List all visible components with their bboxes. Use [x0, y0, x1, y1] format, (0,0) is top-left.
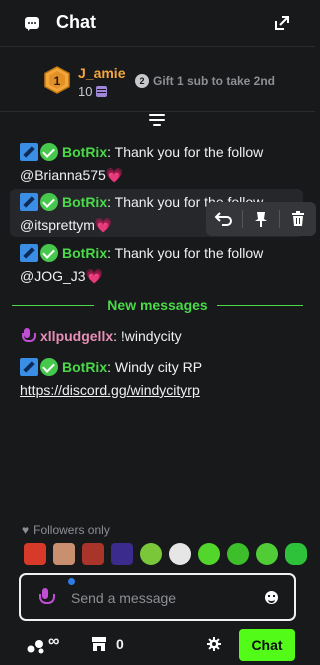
message-input-box[interactable] [19, 573, 296, 621]
chat-panel: Chat 1 J_amie 10 2 Gift 1 sub to take 2n… [0, 0, 316, 665]
dance-figure-emote-icon[interactable] [111, 543, 133, 565]
verified-badge-icon [40, 358, 58, 376]
microphone-badge-icon [20, 327, 36, 345]
green-blob-emote-icon[interactable] [285, 543, 307, 565]
message-username[interactable]: BotRix [62, 194, 107, 210]
take-second-text: Gift 1 sub to take 2nd [153, 74, 276, 88]
message-username[interactable]: BotRix [62, 245, 107, 261]
bot-badge-icon [20, 358, 38, 376]
message-colon: : [107, 359, 112, 375]
message-text: !windycity [120, 328, 182, 344]
rank-2-badge: 2 [135, 74, 149, 88]
followers-only-label: Followers only [33, 523, 110, 537]
chat-title: Chat [56, 12, 96, 32]
pin-button[interactable] [243, 202, 279, 236]
message-text: Windy city RP [114, 359, 203, 375]
status-dot [68, 578, 75, 585]
message-mention[interactable]: @Brianna575 [20, 167, 106, 183]
microphone-icon[interactable] [39, 588, 55, 606]
gift-icon [96, 86, 107, 97]
chat-bubble-icon [25, 17, 39, 31]
gear-icon[interactable] [207, 637, 221, 651]
message-colon: : [113, 328, 118, 344]
message-mention[interactable]: @JOG_J3 [20, 268, 86, 284]
points-value: ∞ [48, 633, 60, 650]
pinned-toggle-icon[interactable] [149, 114, 165, 128]
bot-badge-icon [20, 193, 38, 211]
emoji-picker-icon[interactable] [265, 591, 278, 604]
bot-badge-icon [20, 143, 38, 161]
chat-message[interactable]: xllpudgellx: !windycity [20, 325, 305, 348]
chat-message[interactable]: BotRix: Thank you for the follow @JOG_J3… [20, 242, 305, 288]
heart-emoji: 💗 [85, 268, 104, 284]
message-username[interactable]: xllpudgellx [40, 328, 113, 344]
rank-1-badge-icon: 1 [44, 66, 70, 94]
chat-message[interactable]: BotRix: Thank you for the follow @Briann… [20, 141, 305, 187]
message-username[interactable]: BotRix [62, 144, 107, 160]
message-colon: : [107, 194, 112, 210]
green-headphones-emote-icon[interactable] [256, 543, 278, 565]
rank-number: 1 [54, 74, 61, 88]
message-actions-bar [206, 202, 316, 236]
message-link[interactable]: https://discord.gg/windycityrp [20, 382, 200, 398]
heart-icon: ♥ [22, 523, 30, 537]
message-mention[interactable]: @itsprettym [20, 217, 95, 233]
send-chat-button[interactable]: Chat [239, 629, 295, 661]
verified-badge-icon [40, 143, 58, 161]
bot-badge-icon [20, 244, 38, 262]
reply-button[interactable] [206, 202, 242, 236]
channel-points-icon[interactable] [27, 638, 45, 654]
store-icon[interactable] [91, 636, 107, 652]
message-text: Thank you for the follow [114, 245, 264, 261]
man-face-emote-icon[interactable] [53, 543, 75, 565]
chat-header: Chat [0, 0, 315, 47]
bearded-face-emote-icon[interactable] [82, 543, 104, 565]
clown-face-emote-icon[interactable] [169, 543, 191, 565]
divider-line-right [217, 305, 303, 306]
top-gifter-count: 10 [78, 84, 93, 99]
pin-icon [255, 212, 267, 227]
message-input[interactable] [71, 588, 256, 608]
new-messages-divider: New messages [12, 297, 303, 315]
message-username[interactable]: BotRix [62, 359, 107, 375]
emote-quick-bar [24, 543, 307, 567]
message-colon: : [107, 245, 112, 261]
chat-footer-bar: ∞ 0 Chat [0, 628, 315, 661]
green-smile-emote-icon[interactable] [198, 543, 220, 565]
verified-badge-icon [40, 244, 58, 262]
reply-icon [214, 212, 232, 226]
top-gifter-name[interactable]: J_amie [78, 65, 125, 81]
verified-badge-icon [40, 193, 58, 211]
store-count: 0 [116, 636, 124, 652]
green-grin-emote-icon[interactable] [227, 543, 249, 565]
heart-emoji: 💗 [105, 167, 124, 183]
popout-icon[interactable] [274, 15, 290, 31]
halo-face-emote-icon[interactable] [140, 543, 162, 565]
trash-icon [292, 211, 304, 226]
delete-button[interactable] [280, 202, 316, 236]
heart-emoji: 💗 [94, 217, 113, 233]
followers-only-notice: ♥ Followers only [22, 523, 110, 537]
message-text: Thank you for the follow [114, 144, 264, 160]
angry-face-emote-icon[interactable] [24, 543, 46, 565]
message-colon: : [107, 144, 112, 160]
chat-message[interactable]: BotRix: Windy city RP https://discord.gg… [20, 356, 305, 402]
